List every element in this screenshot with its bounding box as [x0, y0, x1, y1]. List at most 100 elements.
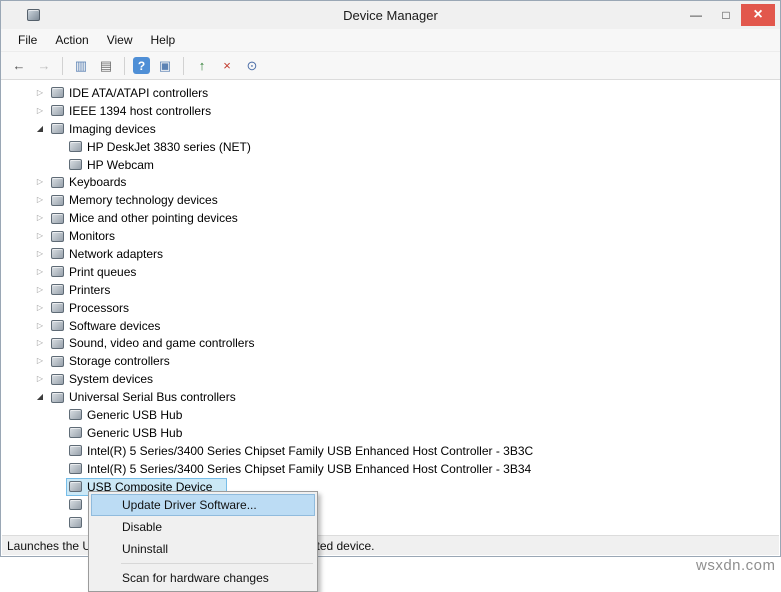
chevron-right-icon[interactable]: ▷: [32, 322, 48, 330]
tree-item-content[interactable]: Intel(R) 5 Series/3400 Series Chipset Fa…: [66, 442, 537, 460]
tree-item-content[interactable]: Sound, video and game controllers: [48, 334, 258, 352]
menu-view[interactable]: View: [98, 33, 142, 47]
printer-icon: [51, 284, 64, 295]
tree-item-label: Memory technology devices: [69, 193, 218, 207]
tree-item[interactable]: ▷Monitors: [2, 227, 779, 245]
tree-item[interactable]: Generic USB Hub: [2, 424, 779, 442]
close-button[interactable]: ×: [741, 4, 775, 26]
forward-icon-glyph: →: [38, 59, 51, 72]
tree-item-content[interactable]: System devices: [48, 370, 157, 388]
chevron-right-icon[interactable]: ▷: [32, 357, 48, 365]
forward-icon[interactable]: →: [34, 56, 54, 76]
tree-item[interactable]: Intel(R) 5 Series/3400 Series Chipset Fa…: [2, 442, 779, 460]
tree-item[interactable]: ▷Storage controllers: [2, 352, 779, 370]
chevron-right-icon[interactable]: ▷: [32, 232, 48, 240]
tree-item[interactable]: Intel(R) 5 Series/3400 Series Chipset Fa…: [2, 460, 779, 478]
tree-item[interactable]: ▷Mice and other pointing devices: [2, 209, 779, 227]
mouse-icon: [51, 213, 64, 224]
context-menu-item[interactable]: Disable: [91, 516, 315, 538]
tree-item[interactable]: ▷ Memory technology devices: [2, 191, 779, 209]
tree-item[interactable]: ◢Universal Serial Bus controllers: [2, 388, 779, 406]
tree-item-content[interactable]: Keyboards: [48, 173, 130, 191]
uninstall-icon[interactable]: ×: [217, 56, 237, 76]
tree-item-content[interactable]: Generic USB Hub: [66, 406, 186, 424]
update-driver-software-icon[interactable]: ↑: [192, 56, 212, 76]
tree-item-label: HP DeskJet 3830 series (NET): [87, 140, 251, 154]
tree-item[interactable]: ▷ Printers: [2, 281, 779, 299]
tree-item[interactable]: ▷Software devices: [2, 317, 779, 335]
chevron-right-icon[interactable]: ▷: [32, 196, 48, 204]
tree-item-content[interactable]: Software devices: [48, 317, 164, 335]
tree-item-content[interactable]: IDE ATA/ATAPI controllers: [48, 84, 212, 102]
show-console-tree-icon-glyph: ▥: [75, 59, 87, 72]
system-device-icon: [51, 374, 64, 385]
tree-item-label: Printers: [69, 283, 110, 297]
tree-item-content[interactable]: Monitors: [48, 227, 119, 245]
chevron-right-icon[interactable]: ▷: [32, 286, 48, 294]
tree-item[interactable]: ◢ Imaging devices: [2, 120, 779, 138]
chevron-right-icon[interactable]: ▷: [32, 250, 48, 258]
ieee-1394-icon: [51, 105, 64, 116]
tree-item[interactable]: ▷ Print queues: [2, 263, 779, 281]
usb-device-icon: [69, 445, 82, 456]
context-menu-item[interactable]: Uninstall: [91, 538, 315, 560]
tree-item[interactable]: ▷Sound, video and game controllers: [2, 334, 779, 352]
properties-icon[interactable]: ▣: [155, 56, 175, 76]
scan-hardware-changes-icon-glyph: ⊙: [247, 59, 258, 72]
tree-item-content[interactable]: Processors: [48, 299, 133, 317]
tree-item-content[interactable]: Print queues: [48, 263, 140, 281]
tree-item[interactable]: ▷Processors: [2, 299, 779, 317]
titlebar[interactable]: Device Manager — □ ×: [1, 1, 780, 29]
watermark: wsxdn.com: [696, 557, 776, 574]
chevron-right-icon[interactable]: ▷: [32, 268, 48, 276]
tree-item[interactable]: ▷IEEE 1394 host controllers: [2, 102, 779, 120]
minimize-button[interactable]: —: [681, 4, 711, 26]
tree-item[interactable]: HP DeskJet 3830 series (NET): [2, 138, 779, 156]
chevron-right-icon[interactable]: ▷: [32, 375, 48, 383]
chevron-right-icon[interactable]: ▷: [32, 89, 48, 97]
help-icon[interactable]: ?: [133, 57, 150, 74]
tree-item-content[interactable]: Network adapters: [48, 245, 167, 263]
chevron-right-icon[interactable]: ▷: [32, 304, 48, 312]
tree-item-content[interactable]: Universal Serial Bus controllers: [48, 388, 240, 406]
device-manager-window: Device Manager — □ × FileActionViewHelp …: [0, 0, 781, 557]
tree-item-content[interactable]: Mice and other pointing devices: [48, 209, 242, 227]
tree-item-content[interactable]: Printers: [48, 281, 114, 299]
tree-item[interactable]: ▷Keyboards: [2, 173, 779, 191]
chevron-right-icon[interactable]: ▷: [32, 214, 48, 222]
menubar: FileActionViewHelp: [1, 29, 780, 52]
menu-file[interactable]: File: [9, 33, 46, 47]
show-console-tree-icon[interactable]: ▥: [71, 56, 91, 76]
back-icon[interactable]: ←: [9, 56, 29, 76]
chevron-right-icon[interactable]: ▷: [32, 107, 48, 115]
tree-item-label: Print queues: [69, 265, 136, 279]
tree-item[interactable]: ▷Network adapters: [2, 245, 779, 263]
usb-device-icon: [69, 427, 82, 438]
chevron-expanded-icon[interactable]: ◢: [32, 393, 48, 401]
tree-item-content[interactable]: HP Webcam: [66, 156, 158, 174]
tree-item[interactable]: ▷IDE ATA/ATAPI controllers: [2, 84, 779, 102]
tree-item[interactable]: HP Webcam: [2, 156, 779, 174]
context-menu-item[interactable]: Scan for hardware changes: [91, 567, 315, 589]
tree-item[interactable]: Generic USB Hub: [2, 406, 779, 424]
tree-item-content[interactable]: Intel(R) 5 Series/3400 Series Chipset Fa…: [66, 460, 535, 478]
tree-item-label: Imaging devices: [69, 122, 156, 136]
tree-item-content[interactable]: Memory technology devices: [48, 191, 222, 209]
usb-device-icon: [69, 481, 82, 492]
tree-item-content[interactable]: HP DeskJet 3830 series (NET): [66, 138, 255, 156]
menu-action[interactable]: Action: [46, 33, 97, 47]
export-list-icon[interactable]: ▤: [96, 56, 116, 76]
tree-item-content[interactable]: IEEE 1394 host controllers: [48, 102, 215, 120]
tree-item-content[interactable]: Generic USB Hub: [66, 424, 186, 442]
maximize-button[interactable]: □: [711, 4, 741, 26]
chevron-right-icon[interactable]: ▷: [32, 178, 48, 186]
context-menu-item[interactable]: Update Driver Software...: [91, 494, 315, 516]
chevron-right-icon[interactable]: ▷: [32, 339, 48, 347]
chevron-expanded-icon[interactable]: ◢: [32, 125, 48, 133]
tree-item[interactable]: ▷System devices: [2, 370, 779, 388]
menu-help[interactable]: Help: [142, 33, 185, 47]
scan-hardware-changes-icon[interactable]: ⊙: [242, 56, 262, 76]
context-menu: Update Driver Software...DisableUninstal…: [88, 491, 318, 592]
tree-item-content[interactable]: Imaging devices: [48, 120, 160, 138]
tree-item-content[interactable]: Storage controllers: [48, 352, 174, 370]
